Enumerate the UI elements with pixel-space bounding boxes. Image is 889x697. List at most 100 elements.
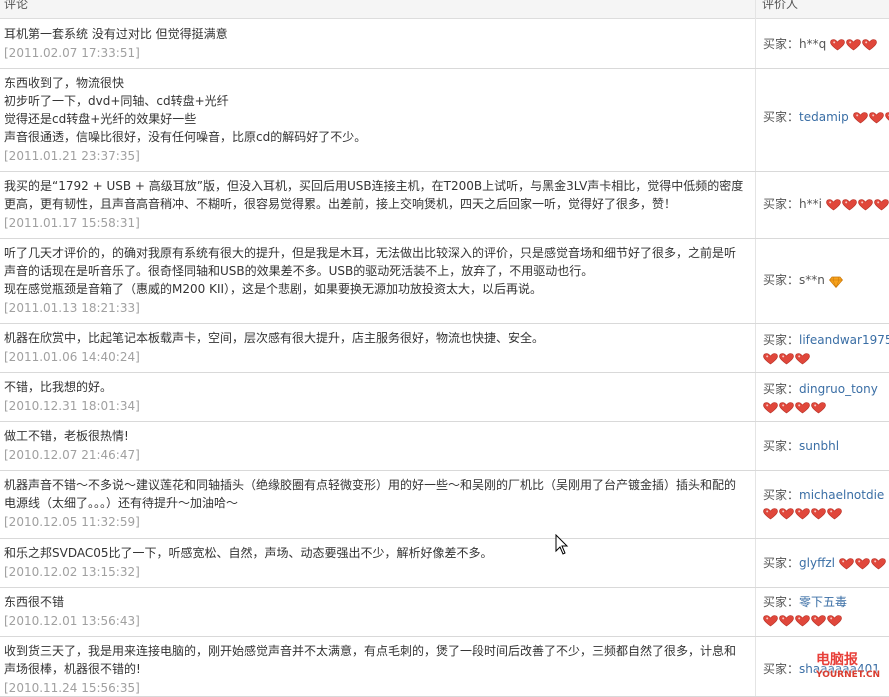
review-comment: 耳机第一套系统 没有过对比 但觉得挺满意 [2011.02.07 17:33:51… [4, 25, 749, 62]
heart-rating-icon [763, 508, 778, 520]
buyer-label: 买家： [763, 556, 800, 570]
heart-rating-icon [841, 199, 857, 211]
review-text-line: 和乐之邦SVDAC05比了一下，听感宽松、自然，声场、动态要强出不少，解析好像差… [4, 546, 493, 560]
buyer-label: 买家： [763, 662, 800, 676]
buyer-name-link[interactable]: michaelnotdie [799, 488, 884, 502]
review-row: 机器在欣赏中，比起笔记本板载声卡，空间，层次感有很大提升，店主服务很好，物流也快… [0, 323, 889, 373]
review-text-line: 东西收到了，物流很快 [4, 76, 125, 90]
buyer-credit-rating [763, 505, 843, 523]
heart-rating-icon [795, 402, 810, 414]
review-text-line: 听了几天才评价的，的确对我原有系统有很大的提升，但是我是木耳，无法做出比较深入的… [4, 246, 737, 260]
buyer-credit-rating [763, 612, 843, 630]
review-text-line: 觉得还是cd转盘+光纤的效果好一些 [4, 112, 197, 126]
review-date: [2010.12.31 18:01:34] [4, 399, 140, 413]
heart-rating-icon [868, 112, 884, 124]
buyer-credit-rating [838, 555, 887, 573]
heart-rating-icon [763, 353, 778, 365]
buyer-name-link[interactable]: lifeandwar1975 [799, 333, 889, 347]
reviewer-info: 买家：s**n [763, 271, 889, 290]
review-date: [2011.01.21 23:37:35] [4, 149, 140, 163]
review-date: [2011.02.07 17:33:51] [4, 46, 140, 60]
review-comment: 做工不错，老板很热情! [2010.12.07 21:46:47] [4, 427, 749, 464]
review-date: [2011.01.06 14:40:24] [4, 350, 140, 364]
review-date: [2010.12.02 13:15:32] [4, 565, 140, 579]
buyer-name-link[interactable]: tedamip [799, 110, 849, 124]
review-text-line: 声场很棒，机器很不错的! [4, 662, 141, 676]
review-date: [2011.01.13 18:21:33] [4, 301, 140, 315]
buyer-name: h**q [799, 37, 827, 51]
buyer-credit-rating [852, 109, 889, 127]
review-comment: 东西很不错 [2010.12.01 13:56:43] [4, 593, 749, 630]
review-text-line: 声音的话现在是听音乐了。很奇怪同轴和USB的效果差不多。USB的驱动死活装不上，… [4, 264, 594, 278]
buyer-label: 买家： [763, 488, 800, 502]
watermark-line1: 电脑报 [816, 652, 858, 668]
review-comment: 不错，比我想的好。 [2010.12.31 18:01:34] [4, 378, 749, 415]
reviewer-info: 买家：h**q [763, 35, 889, 54]
review-row: 耳机第一套系统 没有过对比 但觉得挺满意 [2011.02.07 17:33:51… [0, 19, 889, 69]
heart-rating-icon [795, 508, 810, 520]
buyer-label: 买家： [763, 110, 800, 124]
review-date: [2010.12.07 21:46:47] [4, 448, 140, 462]
buyer-credit-rating [830, 36, 878, 54]
heart-rating-icon [857, 199, 873, 211]
heart-rating-icon [811, 402, 826, 414]
buyer-name: s**n [799, 273, 825, 287]
review-text-line: 收到货三天了，我是用来连接电脑的，刚开始感觉声音并不太满意，有点毛刺的，煲了一段… [4, 644, 737, 658]
review-text-line: 机器在欣赏中，比起笔记本板载声卡，空间，层次感有很大提升，店主服务很好，物流也快… [4, 331, 545, 345]
heart-rating-icon [795, 353, 810, 365]
heart-rating-icon [811, 508, 826, 520]
diamond-rating-icon [828, 275, 843, 289]
buyer-label: 买家： [763, 382, 800, 396]
review-text-line: 耳机第一套系统 没有过对比 但觉得挺满意 [4, 27, 228, 41]
buyer-credit-rating [828, 272, 843, 290]
review-text-line: 东西很不错 [4, 595, 65, 609]
reviewer-info: 买家：glyffzl [763, 554, 889, 573]
buyer-label: 买家： [763, 197, 800, 211]
review-row: 不错，比我想的好。 [2010.12.31 18:01:34] 买家：dingruo… [0, 372, 889, 422]
review-comment: 和乐之邦SVDAC05比了一下，听感宽松、自然，声场、动态要强出不少，解析好像差… [4, 544, 749, 581]
heart-rating-icon [827, 508, 842, 520]
review-text-line: 做工不错，老板很热情! [4, 429, 129, 443]
heart-rating-icon [846, 39, 861, 51]
reviewer-info: 买家：h**i [763, 195, 889, 214]
review-comment: 收到货三天了，我是用来连接电脑的，刚开始感觉声音并不太满意，有点毛刺的，煲了一段… [4, 642, 749, 697]
buyer-credit-rating [825, 196, 889, 214]
buyer-name-link[interactable]: dingruo_tony [799, 382, 878, 396]
buyer-label: 买家： [763, 333, 800, 347]
buyer-label: 买家： [763, 273, 800, 287]
review-text-line: 电源线（太细了。。。）还有待提升～加油哈～ [4, 496, 239, 510]
review-text-line: 更高，更有韧性，且声音高音稍冲、不糊听，很容易觉得累。出差前，接上交响煲机，四天… [4, 197, 677, 211]
heart-rating-icon [827, 615, 842, 627]
heart-rating-icon [852, 112, 868, 124]
buyer-credit-rating [763, 350, 811, 368]
buyer-label: 买家： [763, 595, 800, 609]
review-date: [2010.12.01 13:56:43] [4, 614, 140, 628]
mouse-cursor-icon [555, 534, 569, 555]
buyer-name: h**i [799, 197, 822, 211]
heart-rating-icon [779, 615, 794, 627]
heart-rating-icon [811, 615, 826, 627]
review-comment: 我买的是“1792 + USB + 高级耳放”版，但没入耳机，买回后用USB连接… [4, 177, 749, 232]
review-row: 我买的是“1792 + USB + 高级耳放”版，但没入耳机，买回后用USB连接… [0, 171, 889, 239]
buyer-name-link[interactable]: glyffzl [799, 556, 835, 570]
review-row: 东西很不错 [2010.12.01 13:56:43] 买家：零下五毒 [0, 587, 889, 637]
heart-rating-icon [838, 558, 854, 570]
heart-rating-icon [825, 199, 841, 211]
review-row: 东西收到了，物流很快初步听了一下，dvd+同轴、cd转盘+光纤 觉得还是cd转盘+… [0, 68, 889, 172]
site-watermark: 电脑报 YOURNET.CN [816, 651, 888, 695]
heart-rating-icon [862, 39, 877, 51]
heart-rating-icon [795, 615, 810, 627]
review-comment: 机器声音不错～不多说～建议莲花和同轴插头（绝缘胶圈有点轻微变形）用的好一些～和吴… [4, 476, 749, 531]
review-text-line: 初步听了一下，dvd+同轴、cd转盘+光纤 [4, 94, 229, 108]
review-comment: 东西收到了，物流很快初步听了一下，dvd+同轴、cd转盘+光纤 觉得还是cd转盘+… [4, 74, 749, 165]
review-comment: 机器在欣赏中，比起笔记本板载声卡，空间，层次感有很大提升，店主服务很好，物流也快… [4, 329, 749, 366]
buyer-name-link[interactable]: 零下五毒 [799, 595, 847, 609]
buyer-name-link[interactable]: sunbhl [799, 439, 839, 453]
review-date: [2010.12.05 11:32:59] [4, 515, 140, 529]
review-row: 机器声音不错～不多说～建议莲花和同轴插头（绝缘胶圈有点轻微变形）用的好一些～和吴… [0, 470, 889, 539]
reviewer-column-header: 评价人 [762, 0, 799, 11]
review-row: 做工不错，老板很热情! [2010.12.07 21:46:47] 买家：sunbh… [0, 421, 889, 471]
heart-rating-icon [884, 112, 889, 124]
review-text-line: 现在感觉瓶颈是音箱了（惠威的M200 KII），这是个悲剧，如果要换无源加功放投… [4, 282, 543, 296]
heart-rating-icon [779, 402, 794, 414]
